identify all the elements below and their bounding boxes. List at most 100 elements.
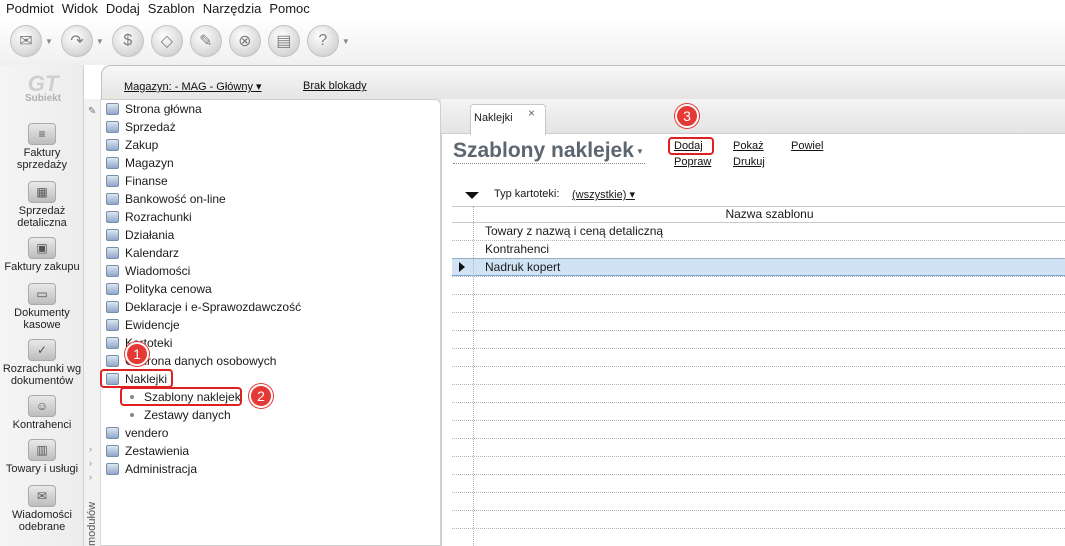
document-icon[interactable]: ✉ bbox=[10, 25, 42, 57]
grid-row-line bbox=[452, 258, 1065, 259]
grid-row-line bbox=[452, 240, 1065, 241]
menu-narzedzia[interactable]: Narzędzia bbox=[203, 1, 262, 16]
grid-row-line bbox=[452, 402, 1065, 403]
filter-label: Typ kartoteki: bbox=[494, 188, 560, 200]
tree-item-dzialania[interactable]: Działania bbox=[106, 226, 174, 244]
check-docs-icon: ✓ bbox=[28, 339, 56, 361]
collapse-icon[interactable] bbox=[465, 192, 479, 199]
redo-icon[interactable]: ↷ bbox=[60, 25, 93, 57]
column-header-name[interactable]: Nazwa szablonu bbox=[474, 207, 1065, 221]
chevron-down-icon[interactable]: ▼ bbox=[342, 37, 350, 46]
step-badge-1: 1 bbox=[125, 342, 149, 366]
grid-row-line bbox=[452, 276, 1065, 277]
tools-icon[interactable]: ✎ bbox=[189, 25, 222, 57]
highlight-naklejki bbox=[100, 369, 173, 388]
grid-row-line bbox=[452, 510, 1065, 511]
cash-register-icon: ▦ bbox=[28, 181, 56, 203]
tree-item-kalendarz[interactable]: Kalendarz bbox=[106, 244, 179, 262]
left-navigation: GT Subiekt ≡ Faktury sprzedaży ▦ Sprzeda… bbox=[0, 65, 84, 546]
menu-widok[interactable]: Widok bbox=[62, 1, 98, 16]
nav-kontrahenci[interactable]: ☺ Kontrahenci bbox=[0, 395, 84, 431]
grid-row-line bbox=[452, 420, 1065, 421]
nav-sprzedaz-detaliczna[interactable]: ▦ Sprzedaż detaliczna bbox=[0, 181, 84, 229]
tree-item-zakup[interactable]: Zakup bbox=[106, 136, 158, 154]
highlight-szablony-naklejek bbox=[120, 387, 242, 406]
tree-item-finanse[interactable]: Finanse bbox=[106, 172, 168, 190]
close-icon[interactable]: × bbox=[528, 106, 535, 120]
tree-item-rozrachunki[interactable]: Rozrachunki bbox=[106, 208, 192, 226]
sales-icon bbox=[106, 121, 119, 133]
grid-row-line bbox=[452, 312, 1065, 313]
grid-row-line bbox=[452, 366, 1065, 367]
declarations-icon bbox=[106, 301, 119, 313]
nav-rozrachunki[interactable]: ✓ Rozrachunki wg dokumentów bbox=[0, 339, 84, 387]
nav-faktury-zakupu[interactable]: ▣ Faktury zakupu bbox=[0, 237, 84, 273]
menu-dodaj[interactable]: Dodaj bbox=[106, 1, 140, 16]
printer-icon[interactable]: ▤ bbox=[267, 25, 300, 57]
nav-towary-i-uslugi[interactable]: ▥ Towary i usługi bbox=[0, 439, 84, 475]
chevron-down-icon[interactable]: ▼ bbox=[45, 37, 53, 46]
menu-szablon[interactable]: Szablon bbox=[148, 1, 195, 16]
pills-icon[interactable]: ⊗ bbox=[228, 25, 261, 57]
records-icon bbox=[106, 319, 119, 331]
table-row[interactable]: Kontrahenci bbox=[485, 242, 549, 256]
row-indicator-icon bbox=[459, 262, 465, 272]
grid-row-line bbox=[452, 456, 1065, 457]
chevron-right-icon[interactable]: › bbox=[89, 472, 92, 482]
chevron-right-icon[interactable]: › bbox=[89, 458, 92, 468]
vendero-icon bbox=[106, 427, 119, 439]
edit-button[interactable]: Popraw bbox=[674, 156, 711, 168]
grid-row-line bbox=[452, 492, 1065, 493]
chevron-down-icon[interactable]: ▼ bbox=[636, 147, 644, 156]
tree-item-polityka-cenowa[interactable]: Polityka cenowa bbox=[106, 280, 212, 298]
messages-icon bbox=[106, 265, 119, 277]
coins-icon: ≡ bbox=[28, 123, 56, 145]
tree-item-ewidencje[interactable]: Ewidencje bbox=[106, 316, 180, 334]
home-icon bbox=[106, 103, 119, 115]
tree-item-zestawienia[interactable]: Zestawienia bbox=[106, 442, 189, 460]
menu-podmiot[interactable]: Podmiot bbox=[6, 1, 54, 16]
print-button[interactable]: Drukuj bbox=[733, 156, 765, 168]
tab-label: Naklejki bbox=[474, 112, 513, 124]
tree-item-vendero[interactable]: vendero bbox=[106, 424, 168, 442]
cards-icon bbox=[106, 337, 119, 349]
tree-item-sprzedaz[interactable]: Sprzedaż bbox=[106, 118, 176, 136]
grid-row-line bbox=[452, 348, 1065, 349]
tree-item-wiadomosci[interactable]: Wiadomości bbox=[106, 262, 190, 280]
nav-wiadomosci-odebrane[interactable]: ✉ Wiadomości odebrane bbox=[0, 485, 84, 533]
step-badge-3: 3 bbox=[675, 104, 699, 128]
show-button[interactable]: Pokaż bbox=[733, 140, 764, 152]
modules-label: modułów bbox=[86, 501, 98, 546]
subiekt-logo: GT Subiekt bbox=[24, 71, 62, 104]
reports-icon bbox=[106, 445, 119, 457]
pin-icon[interactable]: ✎ bbox=[88, 106, 96, 117]
grid-row-line bbox=[452, 474, 1065, 475]
tree-item-strona-glowna[interactable]: Strona główna bbox=[106, 100, 202, 118]
step-badge-2: 2 bbox=[249, 384, 273, 408]
tree-item-bankowosc[interactable]: Bankowość on-line bbox=[106, 190, 226, 208]
table-row[interactable]: Nadruk kopert bbox=[485, 260, 560, 274]
nav-dokumenty-kasowe[interactable]: ▭ Dokumenty kasowe bbox=[0, 283, 84, 331]
grid-row-line bbox=[452, 330, 1065, 331]
grid-row-line bbox=[452, 528, 1065, 529]
page-title[interactable]: Szablony naklejek bbox=[453, 139, 634, 163]
filter-dropdown[interactable]: (wszystkie) ▾ bbox=[572, 188, 635, 201]
chevron-down-icon[interactable]: ▼ bbox=[96, 37, 104, 46]
bank-icon bbox=[106, 193, 119, 205]
tree-item-deklaracje[interactable]: Deklaracje i e-Sprawozdawczość bbox=[106, 298, 301, 316]
menu-pomoc[interactable]: Pomoc bbox=[269, 1, 309, 16]
duplicate-button[interactable]: Powiel bbox=[791, 140, 823, 152]
table-row[interactable]: Towary z nazwą i ceną detaliczną bbox=[485, 224, 663, 238]
tree-item-administracja[interactable]: Administracja bbox=[106, 460, 197, 478]
nav-faktury-sprzedazy[interactable]: ≡ Faktury sprzedaży bbox=[0, 123, 84, 171]
help-icon[interactable]: ? bbox=[306, 25, 339, 57]
tree-item-zestawy-danych[interactable]: Zestawy danych bbox=[130, 406, 231, 424]
shield-icon bbox=[106, 355, 119, 367]
chevron-right-icon[interactable]: › bbox=[89, 444, 92, 454]
sales-icon[interactable]: $ bbox=[111, 25, 144, 57]
lock-status-link[interactable]: Brak blokady bbox=[303, 80, 367, 92]
warehouse-selector[interactable]: Magazyn: - MAG - Główny ▾ bbox=[124, 80, 262, 93]
actions-icon bbox=[106, 229, 119, 241]
eraser-icon[interactable]: ◇ bbox=[150, 25, 183, 57]
tree-item-magazyn[interactable]: Magazyn bbox=[106, 154, 174, 172]
